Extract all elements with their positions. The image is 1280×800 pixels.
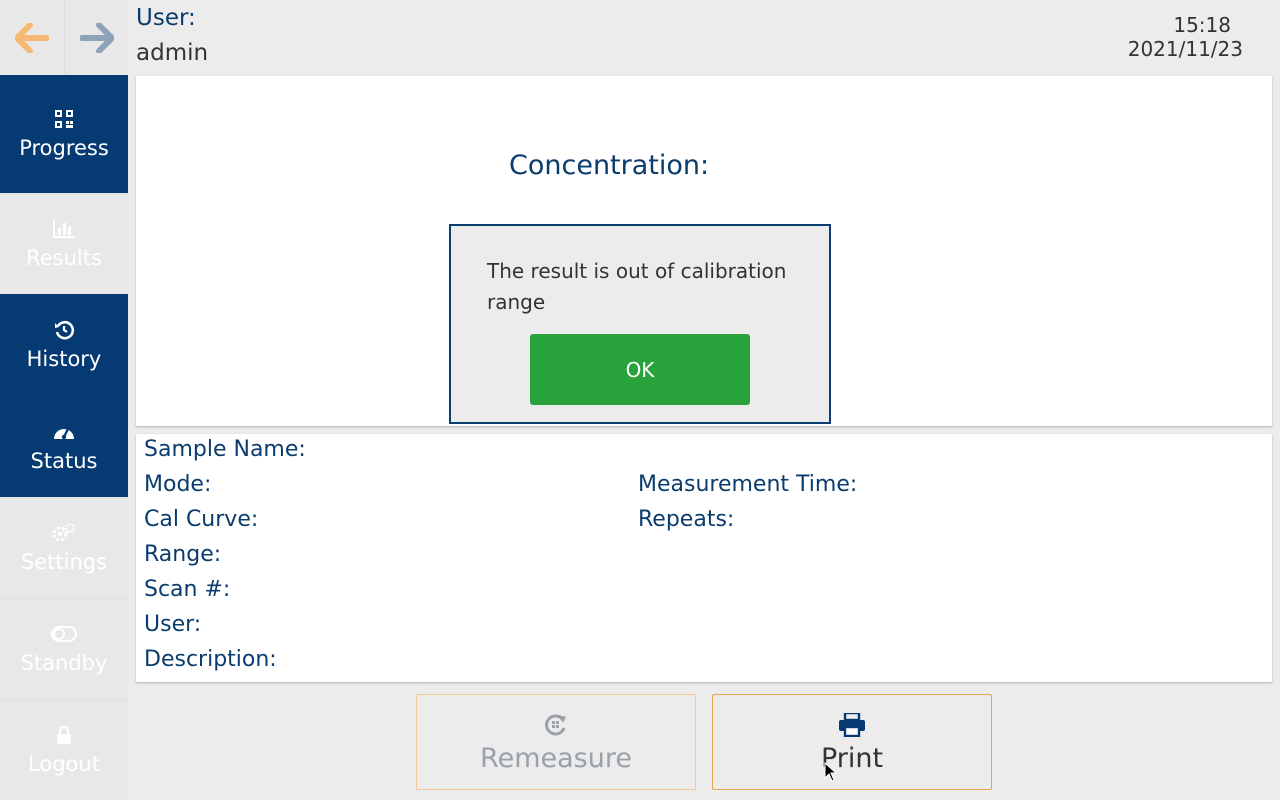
forward-button[interactable]	[64, 0, 128, 75]
bar-chart-icon	[53, 218, 75, 240]
lock-icon	[57, 724, 71, 746]
sidebar-item-label: Standby	[20, 651, 108, 675]
sidebar-item-history[interactable]: History	[0, 294, 128, 396]
dialog-message: The result is out of calibration range	[487, 259, 787, 314]
ok-button[interactable]: OK	[530, 334, 750, 405]
details-panel: Sample Name: Mode: Cal Curve: Range: Sca…	[136, 434, 1272, 682]
history-icon	[54, 319, 74, 341]
sidebar-item-label: Results	[26, 246, 102, 270]
remeasure-button: Remeasure	[416, 694, 696, 790]
description-label: Description:	[144, 647, 277, 672]
concentration-label: Concentration:	[509, 150, 710, 181]
user-detail-label: User:	[144, 612, 202, 637]
remeasure-label: Remeasure	[480, 742, 632, 774]
sidebar-item-label: Logout	[28, 752, 100, 776]
clock-time: 15:18	[1173, 13, 1231, 37]
user-label: User:	[136, 5, 196, 31]
cal-curve-label: Cal Curve:	[144, 507, 259, 532]
printer-icon	[838, 711, 866, 739]
back-button[interactable]	[0, 0, 64, 75]
sidebar-item-status[interactable]: Status	[0, 396, 128, 497]
sidebar-item-label: Settings	[20, 550, 108, 574]
user-name: admin	[136, 40, 209, 66]
print-button[interactable]: Print	[712, 694, 992, 790]
sidebar-item-logout: Logout	[0, 699, 128, 800]
gauge-icon	[53, 421, 75, 443]
clock: 15:18 2021/11/23	[1128, 13, 1243, 61]
toggle-icon	[51, 623, 77, 645]
remeasure-icon	[543, 711, 569, 739]
sidebar-item-progress[interactable]: Progress	[0, 75, 128, 193]
qr-code-icon	[55, 108, 73, 130]
sidebar-item-label: Status	[30, 448, 98, 473]
arrow-right-icon	[79, 22, 114, 53]
repeats-label: Repeats:	[638, 507, 735, 532]
sidebar-item-label: History	[26, 347, 102, 371]
scan-label: Scan #:	[144, 577, 231, 602]
sidebar-item-standby: Standby	[0, 598, 128, 699]
arrow-left-icon	[15, 22, 49, 53]
sample-name-label: Sample Name:	[144, 437, 306, 462]
sidebar: Progress Results History Status Settings…	[0, 75, 128, 800]
measurement-time-label: Measurement Time:	[638, 472, 858, 497]
sidebar-item-results: Results	[0, 193, 128, 294]
mouse-cursor-icon	[824, 762, 836, 782]
clock-date: 2021/11/23	[1127, 37, 1243, 61]
nav-arrows	[0, 0, 128, 75]
out-of-range-dialog: The result is out of calibration range O…	[449, 224, 831, 424]
range-label: Range:	[144, 542, 222, 567]
gears-icon	[52, 522, 76, 544]
mode-label: Mode:	[144, 472, 212, 497]
sidebar-item-settings: Settings	[0, 497, 128, 598]
sidebar-item-label: Progress	[19, 136, 109, 160]
